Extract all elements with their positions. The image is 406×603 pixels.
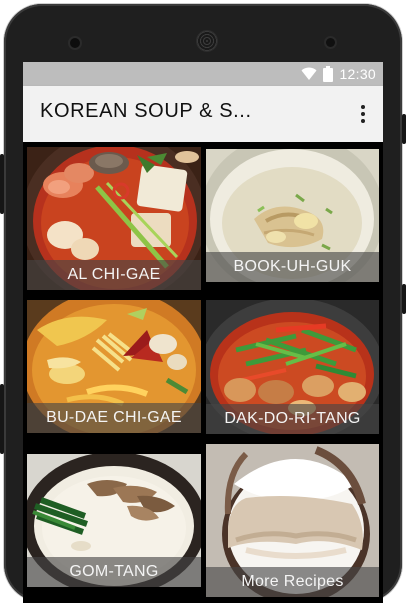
phone-side-button: [0, 384, 4, 454]
recipe-tile-al-chi-gae[interactable]: AL CHI-GAE: [27, 147, 201, 290]
recipe-label: BU-DAE CHI-GAE: [27, 403, 201, 433]
overflow-menu-icon[interactable]: [355, 102, 371, 126]
recipe-tile-book-uh-guk[interactable]: BOOK-UH-GUK: [206, 149, 379, 282]
battery-icon: [323, 66, 334, 82]
recipe-label: GOM-TANG: [27, 557, 201, 587]
recipe-tile-gom-tang[interactable]: GOM-TANG: [27, 454, 201, 587]
phone-side-button: [402, 114, 406, 144]
proximity-sensor: [326, 38, 335, 47]
app-bar: KOREAN SOUP & S...: [23, 86, 383, 142]
recipe-grid: AL CHI-GAE BOOK-UH-GUK BU-DAE CHI-GAE DA…: [23, 144, 383, 603]
recipe-label: More Recipes: [206, 567, 379, 597]
more-recipes-tile[interactable]: More Recipes: [206, 444, 379, 597]
recipe-tile-bu-dae-chi-gae[interactable]: BU-DAE CHI-GAE: [27, 300, 201, 433]
recipe-label: DAK-DO-RI-TANG: [206, 404, 379, 434]
status-bar: 12:30: [23, 62, 383, 86]
recipe-label: AL CHI-GAE: [27, 260, 201, 290]
phone-side-button: [0, 154, 4, 214]
app-title: KOREAN SOUP & S...: [40, 100, 252, 122]
phone-screen: 12:30 KOREAN SOUP & S... AL CHI-GAE BOOK…: [23, 62, 383, 603]
recipe-tile-dak-do-ri-tang[interactable]: DAK-DO-RI-TANG: [206, 300, 379, 434]
front-camera: [70, 38, 80, 48]
recipe-label: BOOK-UH-GUK: [206, 252, 379, 282]
wifi-icon: [301, 67, 317, 80]
earpiece-speaker: [196, 30, 218, 52]
phone-side-button: [402, 284, 406, 314]
status-time: 12:30: [339, 66, 376, 82]
